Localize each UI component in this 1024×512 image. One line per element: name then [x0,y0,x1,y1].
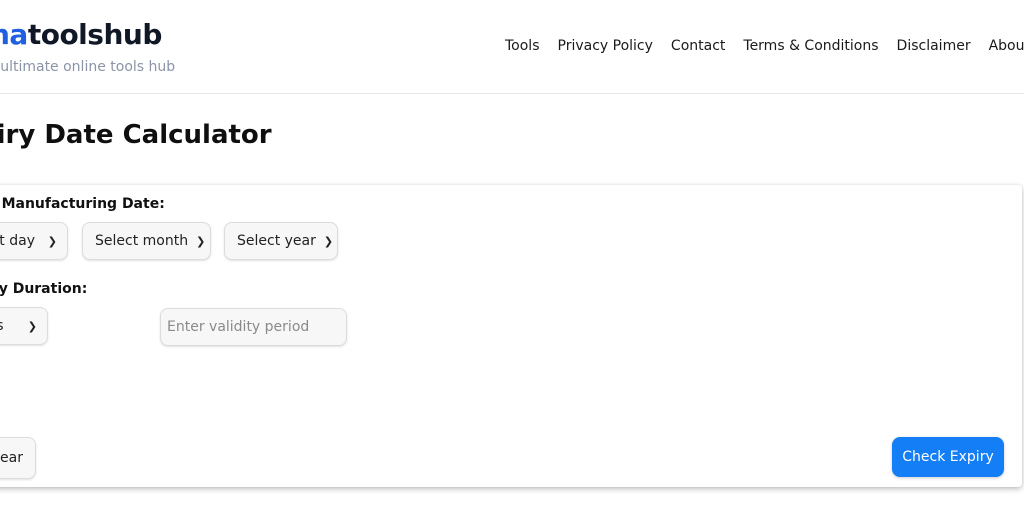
nav-link-tools[interactable]: Tools [505,38,540,54]
duration-unit-value: nths [0,318,20,334]
month-select[interactable]: Select month ❯ [82,222,211,260]
year-select[interactable]: Select year ❯ [224,222,338,260]
main-nav: Tools Privacy Policy Contact Terms & Con… [505,38,1024,54]
logo-text: toolshub [27,18,163,51]
page-title: piry Date Calculator [0,120,272,150]
chevron-down-icon: ❯ [47,234,57,248]
nav-link-privacy-policy[interactable]: Privacy Policy [558,38,653,54]
day-select-value: ect day [0,233,36,249]
site-tagline: r ultimate online tools hub [0,59,176,75]
validity-period-input[interactable] [160,308,347,346]
site-logo[interactable]: natoolshub [0,18,162,51]
clear-button[interactable]: lear [0,437,36,479]
nav-link-terms[interactable]: Terms & Conditions [743,38,878,54]
validity-duration-label: ty Duration: [0,281,88,297]
manufacturing-date-label: t Manufacturing Date: [0,196,165,212]
nav-link-about[interactable]: Abou [989,38,1024,54]
chevron-down-icon: ❯ [196,234,206,248]
nav-link-disclaimer[interactable]: Disclaimer [897,38,971,54]
year-select-value: Select year [237,233,316,249]
chevron-down-icon: ❯ [27,319,37,333]
day-select[interactable]: ect day ❯ [0,222,68,260]
logo-accent-text: na [0,18,28,51]
duration-unit-select[interactable]: nths ❯ [0,307,48,345]
chevron-down-icon: ❯ [323,234,334,248]
header-divider [0,93,1024,94]
nav-link-contact[interactable]: Contact [671,38,725,54]
check-expiry-button[interactable]: Check Expiry [892,437,1004,477]
page: natoolshub r ultimate online tools hub T… [0,0,1024,512]
month-select-value: Select month [95,233,189,249]
